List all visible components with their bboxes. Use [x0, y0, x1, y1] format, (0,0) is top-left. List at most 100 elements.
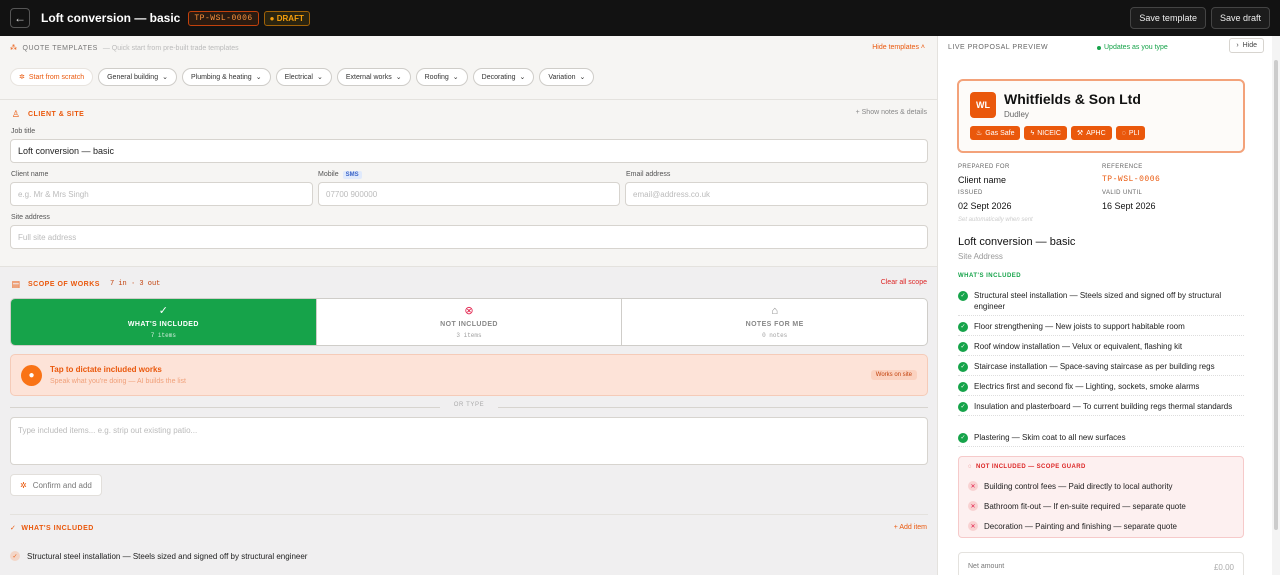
scope-heading: SCOPE OF WORKS	[28, 280, 100, 288]
template-chip[interactable]: Plumbing & heating ⌄	[181, 68, 271, 86]
site-address-input[interactable]: Full site address	[10, 225, 928, 249]
chevron-down-icon: ⌄	[579, 74, 586, 81]
page-scrollbar-thumb[interactable]	[1274, 60, 1278, 530]
business-name: Whitfields & Son Ltd	[1004, 91, 1141, 107]
chevron-down-icon: ⌄	[452, 74, 459, 81]
check-icon: ✓	[958, 402, 968, 412]
client-heading: CLIENT & SITE	[28, 110, 85, 118]
divider	[0, 266, 937, 267]
business-card: WL Whitfields & Son Ltd Dudley ♨ Gas Safe…	[957, 79, 1245, 153]
list-item[interactable]: ✓ Structural steel installation — Steels…	[10, 551, 307, 561]
template-chip[interactable]: External works ⌄	[336, 68, 411, 86]
included-item: ✓ Insulation and plasterboard — To curren…	[958, 401, 1244, 416]
x-icon: ✕	[968, 481, 978, 491]
hide-templates-button[interactable]: Hide templates ˄	[872, 44, 925, 51]
shield-icon: ◌	[1121, 129, 1126, 137]
microphone-icon[interactable]: ●	[21, 365, 42, 386]
preview-heading: LIVE PROPOSAL PREVIEW	[948, 44, 1049, 51]
chevron-down-icon: ⌄	[316, 74, 323, 81]
email-input[interactable]: email@address.co.uk	[625, 182, 928, 206]
template-chip[interactable]: Roofing ⌄	[415, 68, 468, 86]
chevron-down-icon: ⌄	[395, 74, 402, 81]
tab-label: NOTES FOR ME	[745, 320, 804, 328]
reference-label: REFERENCE	[1102, 164, 1143, 170]
save-template-button[interactable]: Save template	[1130, 7, 1206, 29]
back-arrow-icon[interactable]: ←	[10, 8, 30, 28]
tab-count: 7 items	[150, 331, 176, 339]
aphc-badge: ⚒ APHC	[1070, 126, 1112, 140]
quote-editor-panel: ⁂ QUOTE TEMPLATES — Quick start from pre…	[0, 36, 938, 575]
status-label: DRAFT	[276, 13, 304, 23]
included-list-header: ✓ WHAT'S INCLUDED	[10, 524, 94, 533]
template-chip[interactable]: General building ⌄	[98, 68, 177, 86]
mobile-label: Mobile SMS	[318, 171, 362, 179]
divider	[0, 99, 937, 100]
net-amount-label: Net amount	[968, 563, 1005, 570]
template-chip[interactable]: Electrical ⌄	[275, 68, 332, 86]
tab-whats-included[interactable]: ✓ WHAT'S INCLUDED 7 items	[11, 299, 317, 345]
dictate-subtitle: Speak what you're doing — AI builds the …	[50, 378, 186, 385]
shield-icon: ◌	[968, 464, 972, 470]
check-circle-icon: ✓	[158, 304, 168, 317]
live-preview-panel: LIVE PROPOSAL PREVIEW Updates as you typ…	[939, 36, 1280, 575]
included-heading: WHAT'S INCLUDED	[21, 524, 94, 532]
status-badge: ● DRAFT	[263, 10, 310, 26]
not-included-item: ✕ Decoration — Painting and finishing — s…	[968, 521, 1177, 531]
prepared-for-label: PREPARED FOR	[958, 164, 1010, 170]
auto-set-note: Set automatically when sent	[958, 217, 1033, 223]
templates-heading: QUOTE TEMPLATES	[22, 44, 98, 52]
tab-notes-for-me[interactable]: ⌂ NOTES FOR ME 0 notes	[622, 299, 927, 345]
check-icon: ✓	[958, 291, 968, 301]
hide-preview-button[interactable]: › Hide	[1229, 38, 1264, 53]
check-icon: ✓	[958, 382, 968, 392]
templates-header: ⁂ QUOTE TEMPLATES — Quick start from pre…	[10, 44, 239, 53]
tab-label: WHAT'S INCLUDED	[127, 320, 199, 328]
check-icon: ✓	[958, 322, 968, 332]
item-text: Structural steel installation — Steels s…	[27, 551, 308, 561]
start-from-scratch-button[interactable]: ✲ Start from scratch	[10, 68, 94, 86]
net-amount-value: £0.00	[1213, 563, 1234, 572]
tab-count: 3 items	[456, 331, 482, 339]
bolt-icon: ϟ	[1030, 129, 1035, 137]
valid-until-label: VALID UNTIL	[1102, 190, 1143, 196]
included-items-textarea[interactable]: Type included items... e.g. strip out ex…	[10, 417, 928, 465]
dictate-title: Tap to dictate included works	[50, 365, 162, 374]
preview-job-title: Loft conversion — basic	[958, 236, 1076, 248]
business-logo: WL	[970, 92, 996, 118]
tab-count: 0 notes	[762, 331, 788, 339]
included-item: ✓ Roof window installation — Velux or equ…	[958, 341, 1244, 356]
client-name-input[interactable]: e.g. Mr & Mrs Singh	[10, 182, 313, 206]
scope-section-header: ▤ SCOPE OF WORKS 7 in · 3 out	[10, 278, 160, 290]
confirm-and-add-button[interactable]: ✲ Confirm and add	[10, 474, 102, 496]
confirm-label: Confirm and add	[32, 480, 92, 490]
tab-not-included[interactable]: ⊗ NOT INCLUDED 3 items	[317, 299, 623, 345]
template-chip[interactable]: Decorating ⌄	[472, 68, 535, 86]
dictate-panel[interactable]: ● Tap to dictate included works Speak wh…	[10, 354, 928, 396]
included-item: ✓ Staircase installation — Space-saving s…	[958, 361, 1244, 376]
tab-label: NOT INCLUDED	[440, 320, 498, 328]
show-notes-button[interactable]: + Show notes & details	[856, 109, 927, 116]
flame-icon: ♨	[976, 130, 983, 137]
mobile-input[interactable]: 07700 900000	[318, 182, 620, 206]
included-item: ✓ Floor strengthening — New joists to sup…	[958, 321, 1244, 336]
or-type-label: OR TYPE	[453, 402, 485, 408]
templates-subheading: — Quick start from pre-built trade templ…	[102, 44, 239, 52]
clipboard-icon: ▤	[11, 278, 21, 289]
email-label: Email address	[626, 171, 671, 178]
clear-scope-button[interactable]: Clear all scope	[881, 279, 927, 286]
valid-until-value: 16 Sept 2026	[1102, 201, 1156, 211]
issued-value: 02 Sept 2026	[958, 201, 1012, 211]
template-chips: ✲ Start from scratch General building ⌄ Pl…	[10, 68, 595, 86]
sparkle-icon: ✲	[20, 480, 27, 490]
save-draft-button[interactable]: Save draft	[1210, 7, 1270, 29]
site-address-label: Site address	[11, 214, 50, 221]
add-item-button[interactable]: + Add item	[894, 524, 927, 531]
x-circle-icon: ⊗	[464, 304, 474, 317]
sparkle-icon: ⁂	[10, 45, 18, 52]
reference-value: TP-WSL-0006	[1102, 175, 1161, 184]
included-item: ✓ Electrics first and second fix — Lighti…	[958, 381, 1244, 396]
job-title-input[interactable]: Loft conversion — basic	[10, 139, 928, 163]
template-chip[interactable]: Variation ⌄	[539, 68, 595, 86]
works-on-site-badge: Works on site	[870, 370, 917, 380]
net-amount-box: Net amount £0.00	[958, 552, 1244, 575]
